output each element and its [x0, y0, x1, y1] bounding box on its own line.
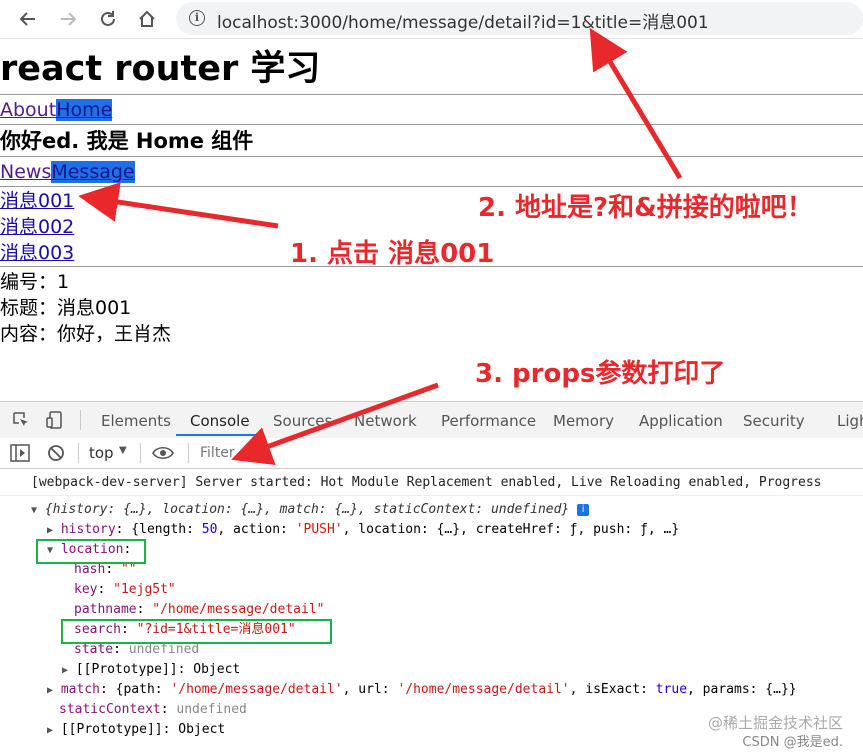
- arrow-to-console: [231, 382, 439, 466]
- juejin-watermark: @稀土掘金技术社区: [707, 714, 843, 732]
- annotation-arrows: [78, 27, 683, 466]
- csdn-watermark: CSDN @我是ed.: [742, 735, 843, 750]
- arrow-to-message-link: [78, 182, 279, 229]
- arrow-to-url: [589, 27, 683, 180]
